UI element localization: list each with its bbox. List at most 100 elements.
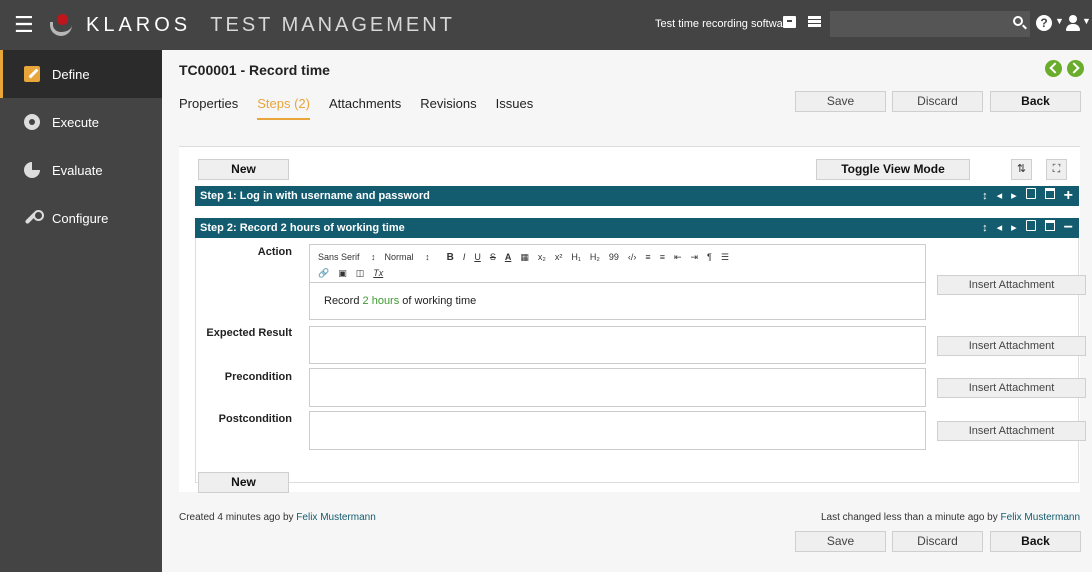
- copy-icon[interactable]: [1025, 186, 1036, 206]
- heading2-button[interactable]: H₂: [590, 252, 600, 262]
- next-arrow-icon[interactable]: [1067, 60, 1084, 77]
- text-direction-icon[interactable]: ¶: [707, 252, 712, 262]
- move-right-icon[interactable]: ▸: [1011, 218, 1017, 238]
- link-icon[interactable]: 🔗: [318, 268, 329, 279]
- new-step-button-bottom[interactable]: New: [198, 472, 289, 493]
- size-select[interactable]: Normal ↕: [385, 252, 430, 262]
- search-input[interactable]: [830, 11, 1030, 37]
- action-text[interactable]: Record 2 hours of working time: [310, 283, 925, 319]
- save-button[interactable]: Save: [795, 91, 886, 112]
- code-button[interactable]: ‹/›: [628, 252, 637, 262]
- expand-icon[interactable]: ⛶: [1046, 159, 1067, 180]
- insert-attachment-button[interactable]: Insert Attachment: [937, 336, 1086, 356]
- user-icon[interactable]: [1065, 14, 1081, 32]
- image-icon[interactable]: ▣: [338, 268, 347, 279]
- changed-user-link[interactable]: Felix Mustermann: [1001, 512, 1080, 523]
- insert-attachment-button[interactable]: Insert Attachment: [937, 275, 1086, 295]
- sidebar-item-execute[interactable]: Execute: [0, 98, 162, 146]
- created-user-link[interactable]: Felix Mustermann: [296, 512, 375, 523]
- expected-result-label: Expected Result: [206, 327, 292, 339]
- title-row: TC00001 - Record time: [162, 50, 1092, 88]
- move-icon[interactable]: ↕: [982, 186, 988, 206]
- search-icon[interactable]: [1013, 16, 1023, 26]
- move-right-icon[interactable]: ▸: [1011, 186, 1017, 206]
- font-select[interactable]: Sans Serif ↕: [318, 252, 376, 262]
- step-1-header[interactable]: Step 1: Log in with username and passwor…: [195, 186, 1079, 206]
- previous-arrow-icon[interactable]: [1045, 60, 1062, 77]
- gear-icon: [24, 114, 40, 130]
- new-step-button[interactable]: New: [198, 159, 289, 180]
- plus-icon[interactable]: +: [1064, 186, 1073, 206]
- indent-icon[interactable]: ⇥: [691, 252, 699, 263]
- editor-toolbar: Sans Serif ↕ Normal ↕ B I U S A ▦ x₂ x² …: [310, 245, 925, 283]
- collapse-icon[interactable]: ⇅: [1011, 159, 1032, 180]
- postcondition-editor[interactable]: [309, 411, 926, 450]
- chevron-down-icon[interactable]: ▼: [1082, 16, 1091, 26]
- steps-panel: New Toggle View Mode ⇅ ⛶ Step 1: Log in …: [179, 147, 1086, 493]
- quote-button[interactable]: 99: [609, 252, 619, 262]
- highlight-icon[interactable]: ▦: [520, 252, 529, 263]
- video-icon[interactable]: ◫: [356, 268, 365, 279]
- chevron-down-icon[interactable]: ▼: [1055, 16, 1064, 26]
- tab-revisions[interactable]: Revisions: [420, 96, 476, 120]
- action-editor[interactable]: Sans Serif ↕ Normal ↕ B I U S A ▦ x₂ x² …: [309, 244, 926, 320]
- klaros-logo: [48, 12, 74, 38]
- tab-attachments[interactable]: Attachments: [329, 96, 401, 120]
- superscript-button[interactable]: x²: [555, 252, 563, 262]
- step-2-header[interactable]: Step 2: Record 2 hours of working time ↕…: [195, 218, 1079, 238]
- ordered-list-icon[interactable]: ≡: [645, 252, 650, 262]
- move-icon[interactable]: ↕: [982, 218, 988, 238]
- pencil-square-icon: [24, 66, 40, 82]
- tab-issues[interactable]: Issues: [496, 96, 534, 120]
- help-icon[interactable]: ?: [1036, 15, 1052, 31]
- outdent-icon[interactable]: ⇤: [674, 252, 682, 263]
- insert-attachment-button[interactable]: Insert Attachment: [937, 378, 1086, 398]
- minus-icon[interactable]: −: [1064, 218, 1073, 238]
- action-label: Action: [257, 246, 292, 258]
- sidebar: Define Execute Evaluate Configure: [0, 50, 162, 572]
- project-name[interactable]: Test time recording software: [655, 18, 793, 30]
- sidebar-item-label: Configure: [52, 210, 109, 226]
- align-icon[interactable]: ☰: [721, 252, 729, 263]
- discard-button-bottom[interactable]: Discard: [892, 531, 983, 552]
- main-area: TC00001 - Record time Save Discard Back …: [162, 50, 1092, 572]
- underline-button[interactable]: U: [474, 252, 481, 262]
- subscript-button[interactable]: x₂: [538, 252, 546, 262]
- step-title: Step 1: Log in with username and passwor…: [200, 190, 430, 202]
- sidebar-item-label: Define: [52, 66, 90, 82]
- discard-button[interactable]: Discard: [892, 91, 983, 112]
- insert-attachment-button[interactable]: Insert Attachment: [937, 421, 1086, 441]
- trash-icon[interactable]: [1044, 218, 1055, 238]
- heading1-button[interactable]: H₁: [571, 252, 581, 262]
- text-color-button[interactable]: A: [505, 252, 512, 262]
- bullet-list-icon[interactable]: ≡: [660, 252, 665, 262]
- sidebar-item-configure[interactable]: Configure: [0, 194, 162, 242]
- bold-button[interactable]: B: [447, 252, 454, 263]
- page-title: TC00001 - Record time: [179, 62, 330, 78]
- wrench-icon: [24, 210, 44, 226]
- tab-properties[interactable]: Properties: [179, 96, 238, 120]
- brand-name: KLAROS TEST MANAGEMENT: [86, 13, 455, 36]
- expected-result-editor[interactable]: [309, 326, 926, 364]
- database-icon[interactable]: [808, 16, 821, 28]
- created-info: Created 4 minutes ago by Felix Musterman…: [179, 512, 376, 523]
- copy-icon[interactable]: [1025, 218, 1036, 238]
- back-button-bottom[interactable]: Back: [990, 531, 1081, 552]
- back-button[interactable]: Back: [990, 91, 1081, 112]
- move-left-icon[interactable]: ◂: [997, 218, 1003, 238]
- trash-icon[interactable]: [1044, 186, 1055, 206]
- sidebar-item-label: Execute: [52, 114, 99, 130]
- archive-icon[interactable]: [783, 16, 796, 28]
- italic-button[interactable]: I: [463, 252, 466, 262]
- clear-format-button[interactable]: Tx: [373, 268, 383, 278]
- sidebar-item-define[interactable]: Define: [0, 50, 162, 98]
- tab-steps[interactable]: Steps (2): [257, 96, 310, 120]
- menu-icon[interactable]: ☰: [14, 14, 46, 36]
- tab-bar: Properties Steps (2) Attachments Revisio…: [179, 96, 552, 120]
- precondition-editor[interactable]: [309, 368, 926, 407]
- strike-button[interactable]: S: [490, 252, 496, 262]
- toggle-view-button[interactable]: Toggle View Mode: [816, 159, 970, 180]
- save-button-bottom[interactable]: Save: [795, 531, 886, 552]
- sidebar-item-evaluate[interactable]: Evaluate: [0, 146, 162, 194]
- move-left-icon[interactable]: ◂: [997, 186, 1003, 206]
